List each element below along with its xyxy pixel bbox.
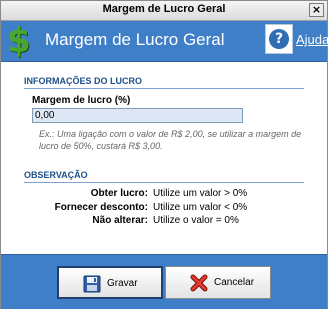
window-title: Margem de Lucro Geral (102, 3, 226, 15)
save-button[interactable]: Gravar (57, 266, 163, 299)
cancel-button[interactable]: Cancelar (165, 266, 271, 299)
example-text: Ex.: Uma ligação com o valor de R$ 2,00,… (39, 129, 302, 151)
observation-value: Utilize um valor > 0% (153, 188, 248, 199)
observation-label: Fornecer desconto: (54, 202, 148, 213)
title-bar[interactable]: Margem de Lucro Geral × (1, 1, 327, 21)
observation-section-title: OBSERVAÇÃO (24, 170, 88, 180)
header-title: Margem de Lucro Geral (45, 30, 225, 49)
red-x-icon (190, 274, 208, 292)
profit-section-title: INFORMAÇÕES DO LUCRO (24, 76, 142, 86)
question-icon: ? (269, 29, 289, 49)
header-banner: $ Margem de Lucro Geral ? Ajuda (1, 21, 328, 62)
save-button-label: Gravar (107, 278, 138, 289)
dollar-icon: $ (7, 21, 31, 61)
floppy-disk-icon (83, 275, 101, 293)
profit-margin-label: Margem de lucro (%) (32, 95, 131, 106)
observation-value: Utilize o valor = 0% (153, 215, 239, 226)
close-button[interactable]: × (309, 3, 324, 17)
cancel-button-label: Cancelar (214, 277, 255, 288)
observation-section-divider (24, 182, 304, 183)
button-bar: Gravar Cancelar (1, 254, 327, 309)
profit-section-divider (24, 88, 304, 89)
close-icon: × (311, 3, 322, 16)
profit-margin-input[interactable] (32, 108, 243, 123)
observation-label: Não alterar: (92, 215, 148, 226)
dialog-window: Margem de Lucro Geral × $ Margem de Lucr… (0, 0, 328, 309)
observation-row: Fornecer desconto: Utilize um valor < 0% (24, 202, 314, 215)
observation-row: Obter lucro: Utilize um valor > 0% (24, 188, 314, 201)
observation-label: Obter lucro: (90, 188, 148, 199)
observation-value: Utilize um valor < 0% (153, 202, 248, 213)
help-button[interactable]: ? (265, 24, 293, 54)
observation-row: Não alterar: Utilize o valor = 0% (24, 215, 314, 228)
help-link[interactable]: Ajuda (296, 32, 328, 47)
